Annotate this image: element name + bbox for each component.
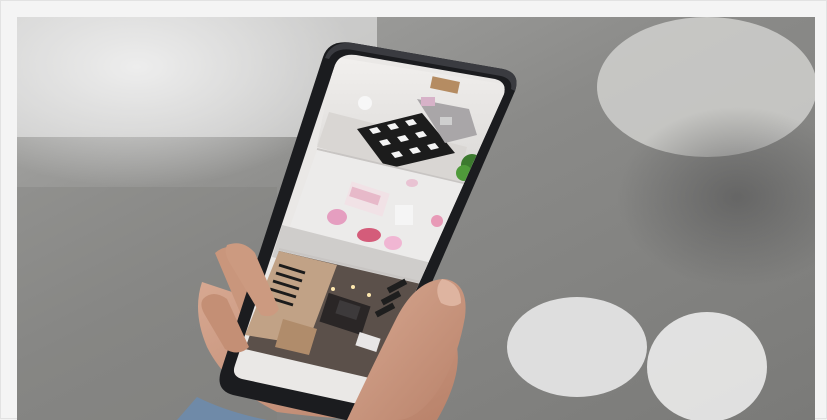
photo bbox=[17, 17, 815, 420]
image-frame bbox=[0, 0, 827, 420]
